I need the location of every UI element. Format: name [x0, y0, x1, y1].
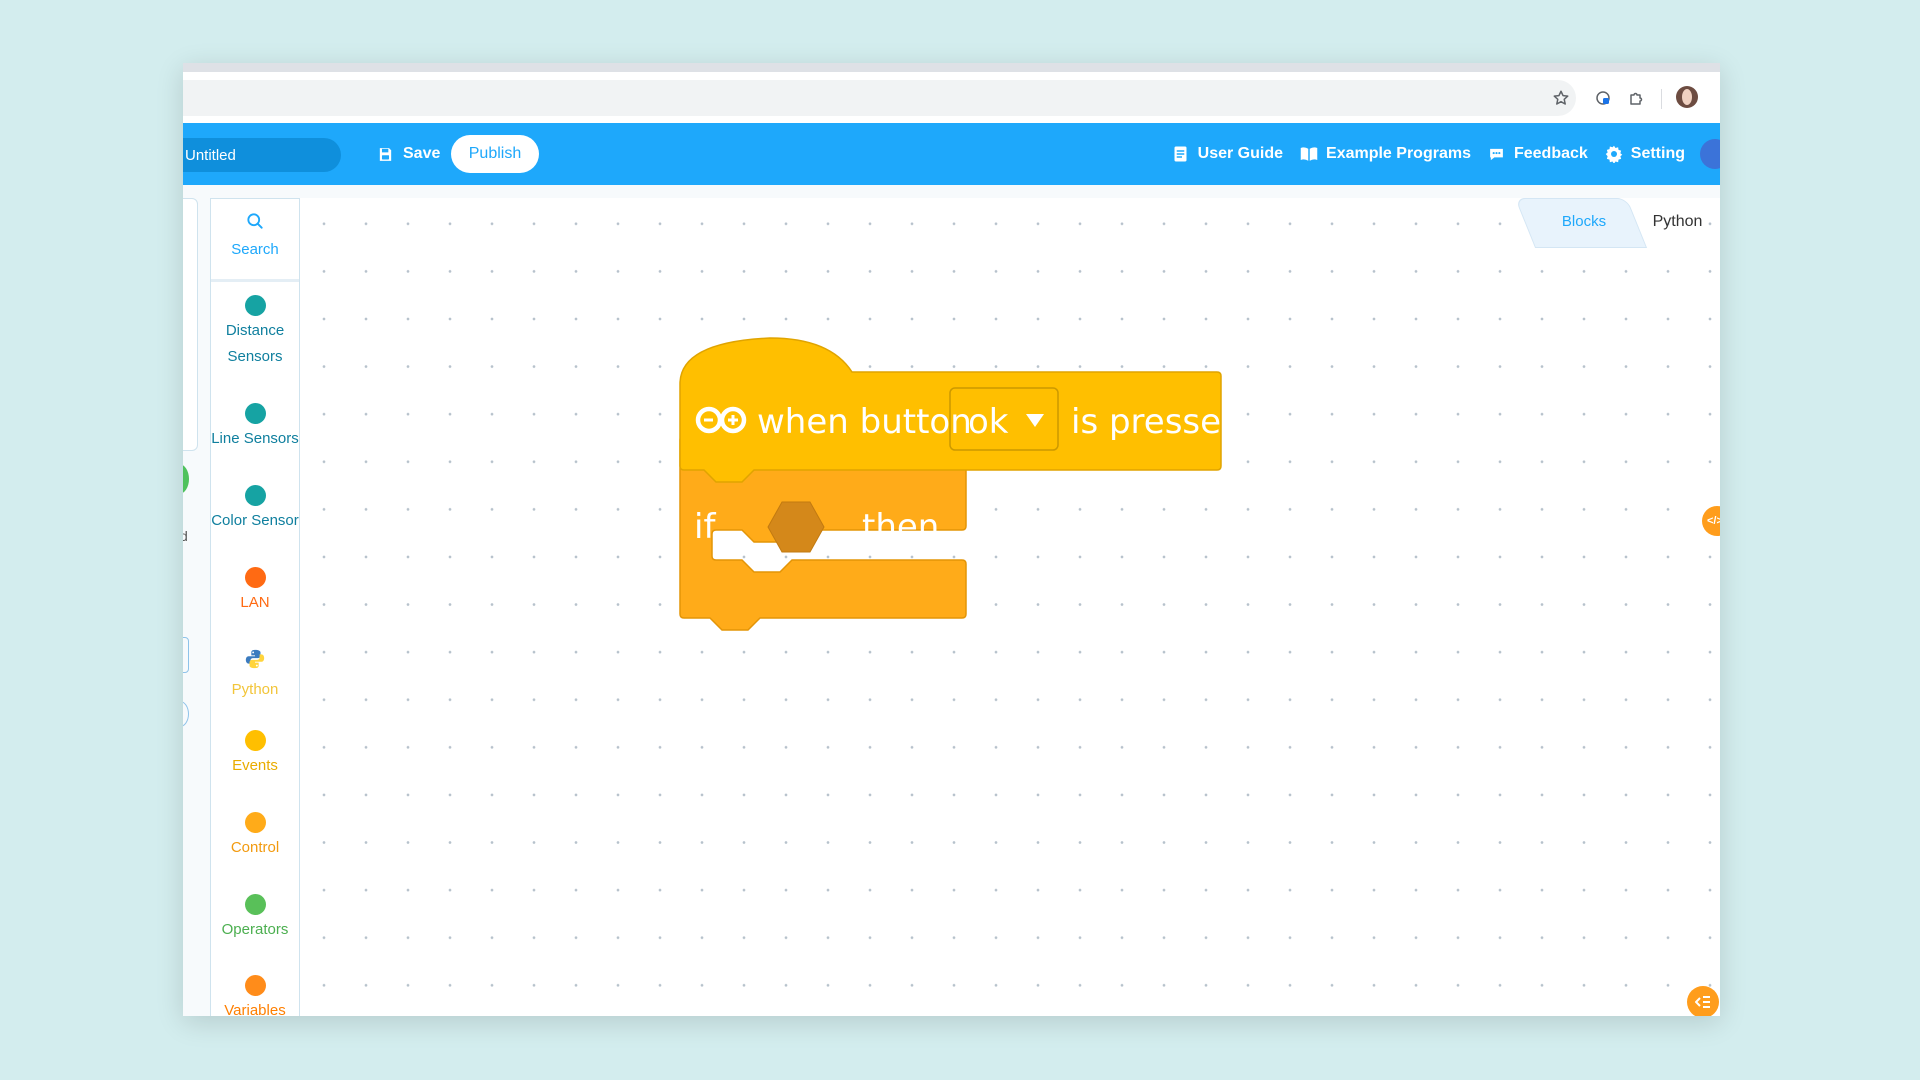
category-control[interactable]: Control: [211, 812, 299, 861]
app-nav: User Guide Example Programs Feedback Set…: [1172, 137, 1685, 171]
category-label: Events: [232, 757, 278, 774]
save-button[interactable]: Save: [376, 137, 440, 171]
address-bar[interactable]: [183, 80, 1576, 116]
category-dot-icon: [244, 730, 266, 751]
project-title-input[interactable]: [183, 138, 341, 172]
category-python[interactable]: Python: [211, 648, 299, 703]
dropdown-value-text: ok: [968, 402, 1009, 442]
chat-bubble-icon: [1488, 145, 1506, 163]
setting-link[interactable]: Setting: [1605, 145, 1685, 163]
category-dot-icon: [244, 812, 266, 833]
category-label: Line Sensors: [211, 430, 299, 447]
category-operators[interactable]: Operators: [211, 894, 299, 943]
category-label: Distance Sensors: [225, 322, 285, 365]
device-panel: [183, 198, 198, 451]
program-blocks: when button ok is pressed if then: [679, 337, 1243, 631]
browser-tab-strip: [183, 63, 1720, 72]
category-label: Python: [231, 681, 279, 698]
connection-status-indicator: [183, 464, 189, 494]
category-search[interactable]: Search: [211, 199, 299, 282]
tab-python[interactable]: Python: [1635, 213, 1720, 231]
list-collapse-icon[interactable]: [1687, 986, 1719, 1016]
category-line-sensors[interactable]: Line Sensors: [211, 403, 299, 452]
category-dot-icon: [244, 975, 266, 996]
hat-suffix-text: is pressed: [1071, 402, 1243, 442]
user-guide-label: User Guide: [1197, 145, 1284, 162]
example-programs-label: Example Programs: [1326, 145, 1471, 162]
save-label: Save: [403, 145, 441, 162]
device-label-fragment: d: [183, 528, 188, 544]
category-label: Control: [230, 839, 280, 856]
save-disk-icon: [376, 145, 394, 163]
app-header: Save Publish User Guide Example Programs: [183, 123, 1720, 185]
feedback-label: Feedback: [1513, 145, 1588, 162]
extension-badge-icon[interactable]: [1590, 85, 1616, 111]
code-panel-toggle[interactable]: </>: [1702, 506, 1720, 536]
hat-prefix-text: when button: [757, 402, 972, 442]
category-dot-icon: [244, 567, 266, 588]
toolbar-separator: [1661, 89, 1662, 109]
star-icon[interactable]: [1548, 85, 1574, 111]
then-label-text: then: [862, 507, 939, 547]
browser-profile-avatar[interactable]: [1676, 86, 1698, 108]
category-label: LAN: [240, 594, 270, 611]
category-label: Color Sensor: [211, 512, 299, 529]
category-label: Operators: [221, 921, 289, 938]
category-variables[interactable]: Variables: [211, 975, 299, 1016]
setting-label: Setting: [1630, 145, 1685, 162]
publish-button[interactable]: Publish: [451, 135, 539, 173]
tab-blocks[interactable]: Blocks: [1536, 213, 1632, 230]
python-logo-icon: [244, 648, 266, 675]
category-dot-icon: [244, 894, 266, 915]
search-label: Search: [231, 241, 279, 258]
if-label-text: if: [694, 507, 716, 547]
search-icon: [245, 211, 265, 236]
category-events[interactable]: Events: [211, 730, 299, 779]
category-label: Variables: [224, 1002, 286, 1016]
example-programs-link[interactable]: Example Programs: [1300, 145, 1471, 163]
category-dot-icon: [244, 485, 266, 506]
category-dot-icon: [244, 403, 266, 424]
device-field[interactable]: [183, 637, 189, 673]
browser-window: Save Publish User Guide Example Programs: [183, 63, 1720, 1016]
device-option[interactable]: [183, 701, 189, 727]
gear-icon: [1605, 145, 1623, 163]
category-lan[interactable]: LAN: [211, 567, 299, 616]
book-icon: [1300, 145, 1318, 163]
user-guide-link[interactable]: User Guide: [1172, 145, 1283, 163]
category-dot-icon: [244, 295, 266, 316]
document-icon: [1172, 145, 1190, 163]
feedback-link[interactable]: Feedback: [1488, 145, 1588, 163]
block-canvas[interactable]: Blocks Python when button ok is pressed …: [300, 198, 1720, 1016]
category-distance-sensors[interactable]: Distance Sensors: [211, 295, 299, 370]
category-color-sensor[interactable]: Color Sensor: [211, 485, 299, 534]
extensions-puzzle-icon[interactable]: [1624, 85, 1650, 111]
user-avatar[interactable]: [1700, 139, 1720, 169]
browser-toolbar: [183, 72, 1720, 123]
workspace: d Search Distance Sensors Line Sensors Co…: [183, 185, 1720, 1016]
block-category-palette: Search Distance Sensors Line Sensors Colo…: [210, 198, 300, 1016]
